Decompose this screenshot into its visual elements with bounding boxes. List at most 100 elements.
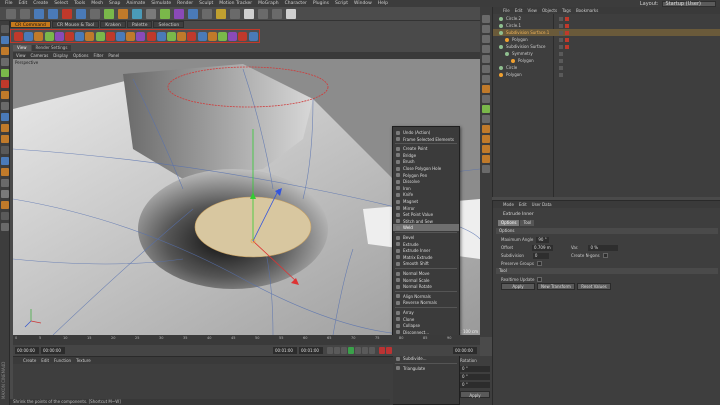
object-menu-view[interactable]: View (527, 8, 537, 13)
prev-key-button[interactable] (334, 347, 340, 354)
left-tool-16-icon[interactable] (1, 190, 9, 198)
preserve-groups-checkbox[interactable] (536, 261, 542, 266)
viewport-tab-view[interactable]: View (13, 45, 31, 51)
toolbar-tool-9-icon[interactable] (118, 9, 128, 19)
right-tool-9-icon[interactable] (482, 95, 490, 103)
toolbar-tool-4-icon[interactable] (48, 9, 58, 19)
object-row-circle-1[interactable]: Circle.1 (493, 22, 720, 29)
toolbar-tool-14-icon[interactable] (188, 9, 198, 19)
palette-tool-17-icon[interactable] (177, 32, 187, 41)
left-tool-5-icon[interactable] (1, 69, 9, 77)
right-tool-4-icon[interactable] (482, 45, 490, 53)
menu-mograph[interactable]: MoGraph (255, 1, 281, 6)
visibility-toggle[interactable] (559, 37, 563, 42)
layout-selector[interactable]: Layout: Startup (User) (640, 0, 720, 7)
prev-frame-button[interactable] (341, 347, 347, 354)
start-frame-field[interactable]: 00:00:00 (15, 347, 39, 354)
visibility-toggle[interactable] (559, 30, 563, 35)
toolbar-tool-1-icon[interactable] (6, 9, 16, 19)
palette-tool-7-icon[interactable] (75, 32, 85, 41)
tab-tool[interactable]: Tool (520, 220, 535, 226)
palette-tool-13-icon[interactable] (136, 32, 146, 41)
left-tool-4-icon[interactable] (1, 58, 9, 66)
left-tool-18-icon[interactable] (1, 212, 9, 220)
material-menu-texture[interactable]: Texture (76, 358, 91, 363)
left-tool-7-icon[interactable] (1, 91, 9, 99)
left-tool-6-icon[interactable] (1, 80, 9, 88)
right-tool-8-icon[interactable] (482, 85, 490, 93)
toolbar-tool-11-icon[interactable] (146, 9, 156, 19)
realtime-checkbox[interactable] (537, 277, 543, 282)
var-field[interactable]: 0 % (588, 244, 619, 251)
tag-icon[interactable] (565, 44, 569, 49)
next-frame-button[interactable] (355, 347, 361, 354)
left-tool-2-icon[interactable] (1, 36, 9, 44)
menu-window[interactable]: Window (351, 1, 375, 6)
right-tool-16-icon[interactable] (482, 165, 490, 173)
palette-tool-11-icon[interactable] (116, 32, 125, 41)
record-button[interactable] (379, 347, 385, 354)
right-tool-14-icon[interactable] (482, 145, 490, 153)
palette-tool-14-icon[interactable] (146, 32, 156, 41)
right-tool-6-icon[interactable] (482, 65, 490, 73)
menu-character[interactable]: Character (282, 1, 310, 6)
left-tool-10-icon[interactable] (1, 124, 9, 132)
apply-button[interactable]: Apply (501, 283, 535, 290)
toolbar-tool-2-icon[interactable] (20, 9, 30, 19)
menu-mesh[interactable]: Mesh (88, 1, 106, 6)
right-tool-1-icon[interactable] (482, 15, 490, 23)
menu-item-subdivide[interactable]: Subdivide... (393, 355, 459, 362)
palette-tool-10-icon[interactable] (105, 32, 115, 41)
left-tool-19-icon[interactable] (1, 223, 9, 231)
autokey-button[interactable] (386, 347, 392, 354)
current-frame-field[interactable]: 00:00:00 (41, 347, 65, 354)
palette-tool-3-icon[interactable] (34, 32, 44, 41)
menu-animate[interactable]: Animate (123, 1, 148, 6)
left-tool-17-icon[interactable] (1, 201, 9, 209)
viewport-menu-panel[interactable]: Panel (108, 53, 119, 58)
menu-render[interactable]: Render (174, 1, 196, 6)
menu-item-reverse-normals[interactable]: Reverse Normals (393, 299, 459, 306)
menu-snap[interactable]: Snap (106, 1, 123, 6)
visibility-toggle[interactable] (559, 58, 563, 63)
next-key-button[interactable] (362, 347, 368, 354)
left-tool-8-icon[interactable] (1, 102, 9, 110)
object-row-polygon[interactable]: Polygon (493, 57, 720, 64)
subdivision-field[interactable]: 0 (532, 252, 549, 259)
object-menu-tags[interactable]: Tags (562, 8, 571, 13)
coord-apply-button[interactable]: Apply (460, 391, 490, 398)
tab-options[interactable]: Options (498, 220, 520, 226)
visibility-toggle[interactable] (559, 72, 563, 77)
visibility-toggle[interactable] (559, 44, 563, 49)
right-tool-10-icon[interactable] (482, 105, 490, 113)
tag-icon[interactable] (565, 37, 569, 42)
left-tool-12-icon[interactable] (1, 146, 9, 154)
max-frame-field[interactable]: 00:01:00 (299, 347, 323, 354)
object-row-symmetry[interactable]: Symmetry (493, 50, 720, 57)
menu-sculpt[interactable]: Sculpt (196, 1, 216, 6)
toolbar-tool-10-icon[interactable] (132, 9, 142, 19)
left-tool-9-icon[interactable] (1, 113, 9, 121)
palette-tool-2-icon[interactable] (24, 32, 34, 41)
attribute-menu-user-data[interactable]: User Data (532, 202, 552, 207)
menu-file[interactable]: File (2, 1, 16, 6)
timeline-ruler[interactable]: 0 5 10 15 20 25 30 35 40 45 50 55 60 65 70 75 80 85 90 (13, 336, 453, 342)
create-ngons-checkbox[interactable] (602, 253, 608, 258)
rotation-b-field[interactable]: 0 ° (460, 382, 490, 388)
object-menu-bookmarks[interactable]: Bookmarks (576, 8, 598, 13)
left-tool-15-icon[interactable] (1, 179, 9, 187)
menu-create[interactable]: Create (30, 1, 51, 6)
menu-plugins[interactable]: Plugins (310, 1, 332, 6)
toolbar-tool-5-icon[interactable] (62, 9, 72, 19)
palette-tool-16-icon[interactable] (167, 32, 176, 41)
tab-cr-mouse-tool[interactable]: CR Mouse & Tool (51, 21, 100, 28)
max-angle-field[interactable]: 90 ° (536, 236, 549, 243)
rotation-p-field[interactable]: 0 ° (460, 374, 490, 380)
menu-script[interactable]: Script (332, 1, 351, 6)
menu-simulate[interactable]: Simulate (148, 1, 174, 6)
left-tool-14-icon[interactable] (1, 168, 9, 176)
object-menu-file[interactable]: File (503, 8, 510, 13)
toolbar-tool-3-icon[interactable] (34, 9, 44, 19)
palette-tool-22-icon[interactable] (228, 32, 238, 41)
viewport-menu-options[interactable]: Options (73, 53, 88, 58)
